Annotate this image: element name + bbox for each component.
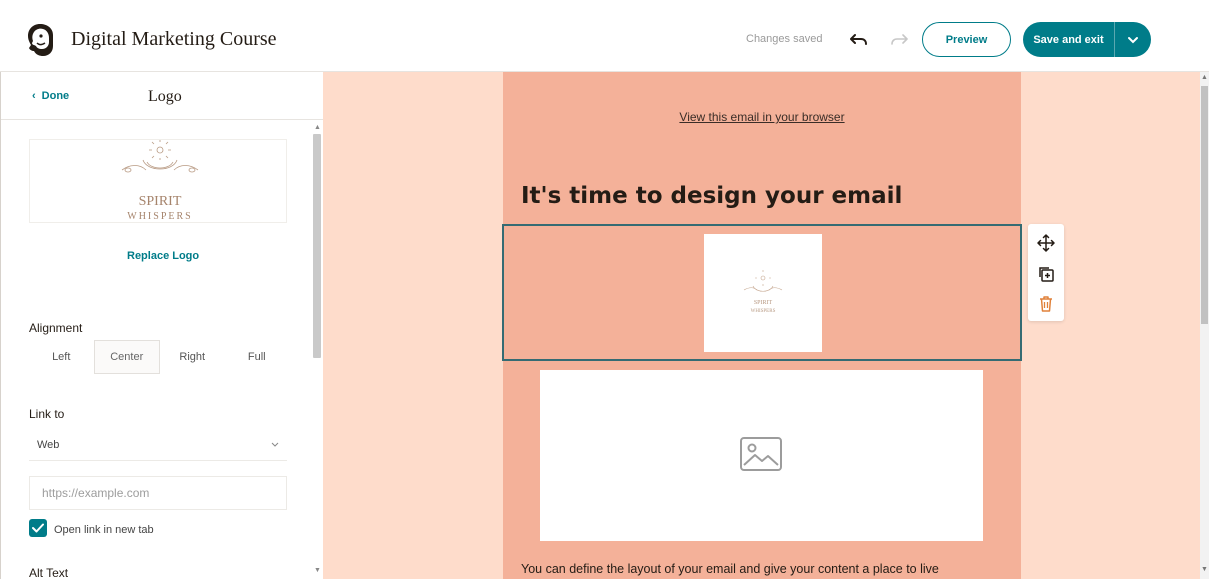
save-options-toggle[interactable] [1114, 22, 1151, 57]
redo-icon[interactable] [890, 30, 908, 48]
canvas-scroll-down[interactable]: ▼ [1201, 566, 1208, 573]
link-type-value: Web [37, 438, 60, 451]
logo-preview: SPIRIT WHISPERS [29, 139, 287, 223]
email-canvas: View this email in your browser It's tim… [323, 72, 1200, 579]
done-button[interactable]: ‹ Done [32, 90, 69, 102]
align-right-option[interactable]: Right [160, 340, 225, 374]
align-full-option[interactable]: Full [225, 340, 290, 374]
move-icon[interactable] [1037, 234, 1055, 252]
logo-small-word-2: WHISPERS [751, 309, 776, 314]
chevron-down-icon [271, 442, 279, 447]
panel-scrollbar[interactable] [313, 134, 321, 358]
chevron-down-icon [1128, 36, 1138, 43]
panel-scroll-up[interactable]: ▲ [314, 124, 321, 131]
chevron-left-icon: ‹ [32, 90, 36, 102]
logo-word-2: WHISPERS [127, 211, 192, 222]
page-title: Digital Marketing Course [71, 28, 277, 50]
canvas-scrollbar[interactable]: ▲ ▼ [1200, 72, 1209, 579]
alt-text-label: Alt Text [29, 566, 69, 579]
open-new-tab-label: Open link in new tab [54, 524, 154, 536]
top-bar: Digital Marketing Course Changes saved P… [0, 0, 1209, 72]
duplicate-icon[interactable] [1037, 265, 1055, 283]
canvas-scroll-thumb[interactable] [1201, 86, 1208, 324]
checkmark-icon [32, 523, 44, 533]
url-input[interactable] [29, 476, 287, 510]
logo-small-word-1: SPIRIT [754, 300, 773, 306]
done-label: Done [41, 90, 70, 102]
align-center-option[interactable]: Center [93, 340, 160, 374]
canvas-scroll-up[interactable]: ▲ [1201, 74, 1208, 81]
align-left-option[interactable]: Left [29, 340, 94, 374]
block-toolbar [1028, 224, 1064, 321]
spirit-whispers-logo-small: SPIRIT WHISPERS [743, 270, 783, 314]
email-body: View this email in your browser It's tim… [502, 72, 1022, 579]
email-body-text[interactable]: You can define the layout of your email … [521, 562, 939, 576]
alignment-options: Left Center Right Full [29, 340, 289, 374]
link-to-label: Link to [29, 407, 65, 421]
open-new-tab-checkbox[interactable] [29, 519, 47, 537]
spirit-whispers-logo: SPIRIT WHISPERS [121, 140, 199, 222]
preview-button[interactable]: Preview [922, 22, 1011, 57]
image-placeholder-icon [740, 437, 782, 471]
save-and-exit-button[interactable]: Save and exit [1023, 22, 1114, 57]
save-and-exit-group: Save and exit [1023, 22, 1151, 57]
email-headline[interactable]: It's time to design your email [521, 183, 902, 209]
delete-icon[interactable] [1037, 295, 1055, 313]
logo-word-1: SPIRIT [139, 194, 182, 209]
link-type-select[interactable]: Web [29, 429, 287, 461]
panel-title: Logo [148, 88, 182, 105]
replace-logo-link[interactable]: Replace Logo [127, 250, 199, 262]
undo-icon[interactable] [850, 30, 868, 48]
freddie-logo[interactable] [22, 21, 58, 57]
logo-settings-panel: ‹ Done Logo SPIRIT WHISPERS Replace Logo … [0, 72, 323, 579]
save-status: Changes saved [746, 33, 823, 45]
image-placeholder-block[interactable] [540, 370, 983, 541]
view-in-browser-link[interactable]: View this email in your browser [503, 110, 1021, 124]
logo-image[interactable]: SPIRIT WHISPERS [704, 234, 822, 352]
panel-scroll-down[interactable]: ▼ [314, 567, 321, 574]
alignment-label: Alignment [29, 321, 83, 335]
panel-header: ‹ Done Logo [1, 72, 323, 120]
selected-logo-block[interactable]: SPIRIT WHISPERS [502, 224, 1022, 361]
